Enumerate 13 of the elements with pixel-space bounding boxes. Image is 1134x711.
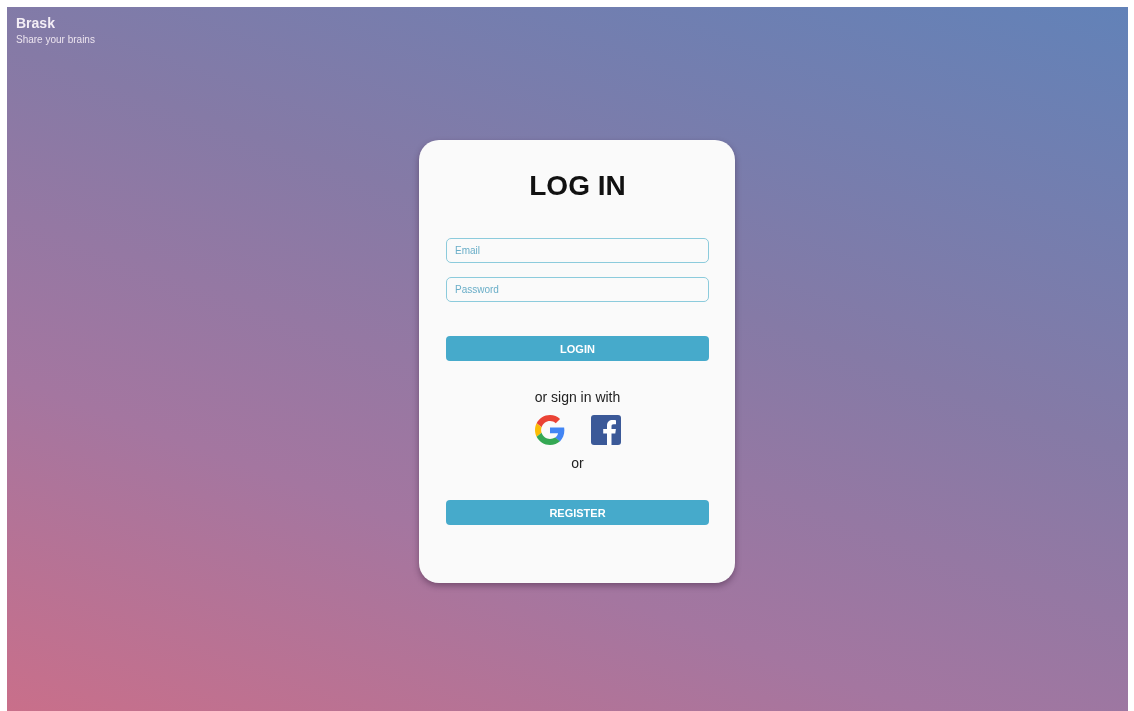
or-separator: or [571, 455, 584, 471]
social-sign-in-label: or sign in with [534, 389, 621, 405]
input-field[interactable]: Email [446, 238, 709, 263]
google-sign-in-button[interactable] [534, 415, 565, 445]
app-title: Brask [16, 15, 55, 31]
login-title: LOG IN [529, 169, 626, 203]
google-icon [534, 415, 565, 445]
register-button[interactable]: REGISTER [446, 500, 709, 525]
app-tagline: Share your brains [16, 34, 95, 45]
login-button[interactable]: LOGIN [446, 336, 709, 361]
input-field[interactable]: Password [446, 277, 709, 302]
facebook-icon [590, 415, 621, 445]
facebook-sign-in-button[interactable] [590, 415, 621, 445]
